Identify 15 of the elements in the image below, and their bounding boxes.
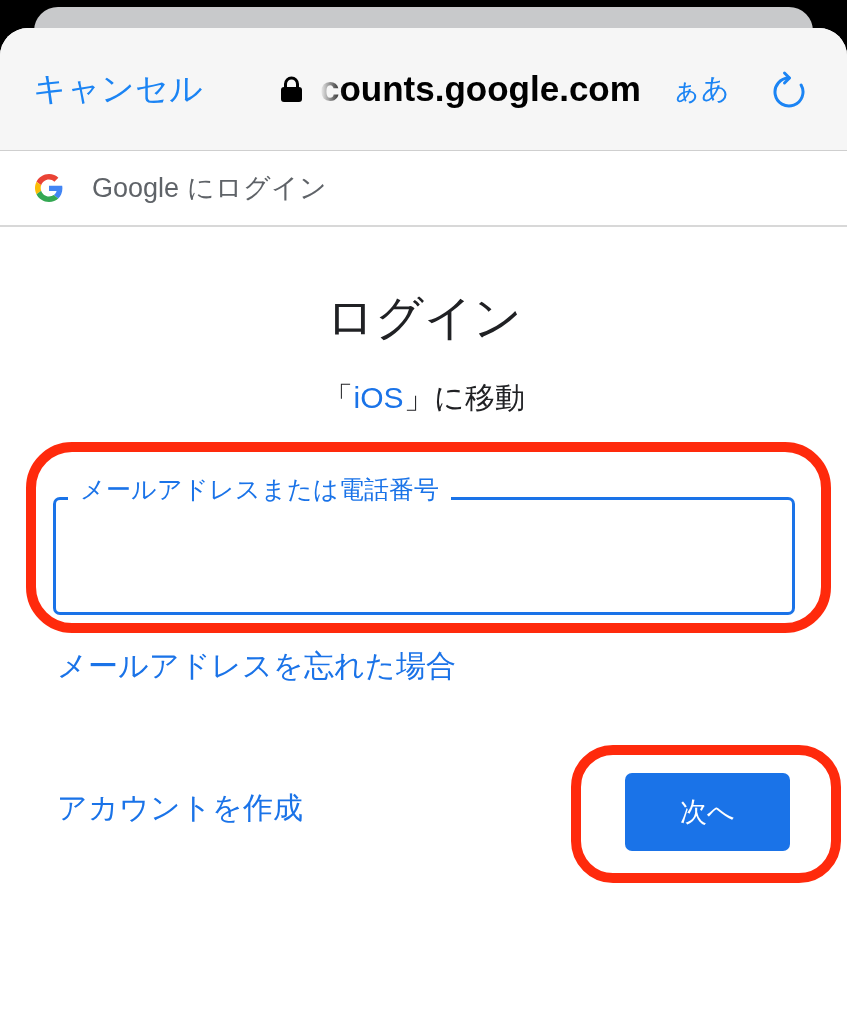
reload-icon[interactable] xyxy=(772,70,806,108)
app-name-link[interactable]: iOS xyxy=(353,381,404,414)
lock-icon xyxy=(280,76,303,102)
g-logo-icon xyxy=(35,174,63,202)
forgot-email-link[interactable]: メールアドレスを忘れた場合 xyxy=(57,648,456,684)
text-size-button[interactable]: ぁあ xyxy=(672,72,730,106)
subtitle: 「iOS」に移動 xyxy=(323,380,525,416)
next-button[interactable]: 次へ xyxy=(625,773,790,851)
cancel-button[interactable]: キャンセル xyxy=(33,69,203,109)
url-text[interactable]: counts.google.com xyxy=(320,68,641,110)
create-account-link[interactable]: アカウントを作成 xyxy=(57,790,303,826)
email-field[interactable]: メールアドレスまたは電話番号 xyxy=(53,477,795,615)
login-title: ログイン xyxy=(325,290,523,346)
page-title: Google にログイン xyxy=(92,172,327,205)
field-label: メールアドレスまたは電話番号 xyxy=(79,477,440,505)
